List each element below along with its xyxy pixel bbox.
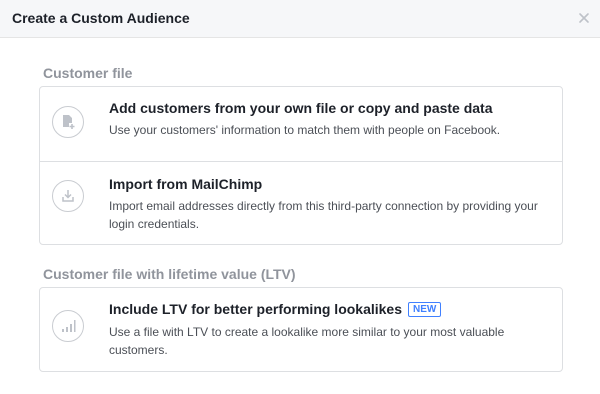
- customer-file-options: Add customers from your own file or copy…: [39, 86, 563, 245]
- bar-chart-icon: [52, 310, 84, 342]
- dialog-header: Create a Custom Audience: [0, 0, 600, 38]
- option-include-ltv[interactable]: Include LTV for better performing lookal…: [40, 288, 562, 371]
- close-icon[interactable]: [578, 11, 590, 23]
- option-description: Use a file with LTV to create a lookalik…: [109, 325, 505, 357]
- option-title: Include LTV for better performing lookal…: [109, 301, 442, 317]
- dialog-title: Create a Custom Audience: [12, 10, 190, 26]
- custom-audience-dialog: Create a Custom Audience Customer file A…: [0, 0, 600, 394]
- option-add-customers-file[interactable]: Add customers from your own file or copy…: [40, 87, 562, 161]
- new-badge: NEW: [408, 302, 442, 317]
- section-title-customer-file: Customer file: [43, 65, 133, 81]
- option-title-text: Include LTV for better performing lookal…: [109, 301, 403, 317]
- add-file-icon: [52, 106, 84, 138]
- option-description: Use your customers' information to match…: [109, 123, 501, 137]
- option-title: Import from MailChimp: [109, 176, 263, 192]
- ltv-options: Include LTV for better performing lookal…: [39, 287, 563, 372]
- import-download-icon: [52, 180, 84, 212]
- option-description: Import email addresses directly from thi…: [109, 199, 538, 231]
- option-title: Add customers from your own file or copy…: [109, 100, 493, 116]
- option-import-mailchimp[interactable]: Import from MailChimp Import email addre…: [40, 161, 562, 244]
- section-title-ltv: Customer file with lifetime value (LTV): [43, 266, 296, 282]
